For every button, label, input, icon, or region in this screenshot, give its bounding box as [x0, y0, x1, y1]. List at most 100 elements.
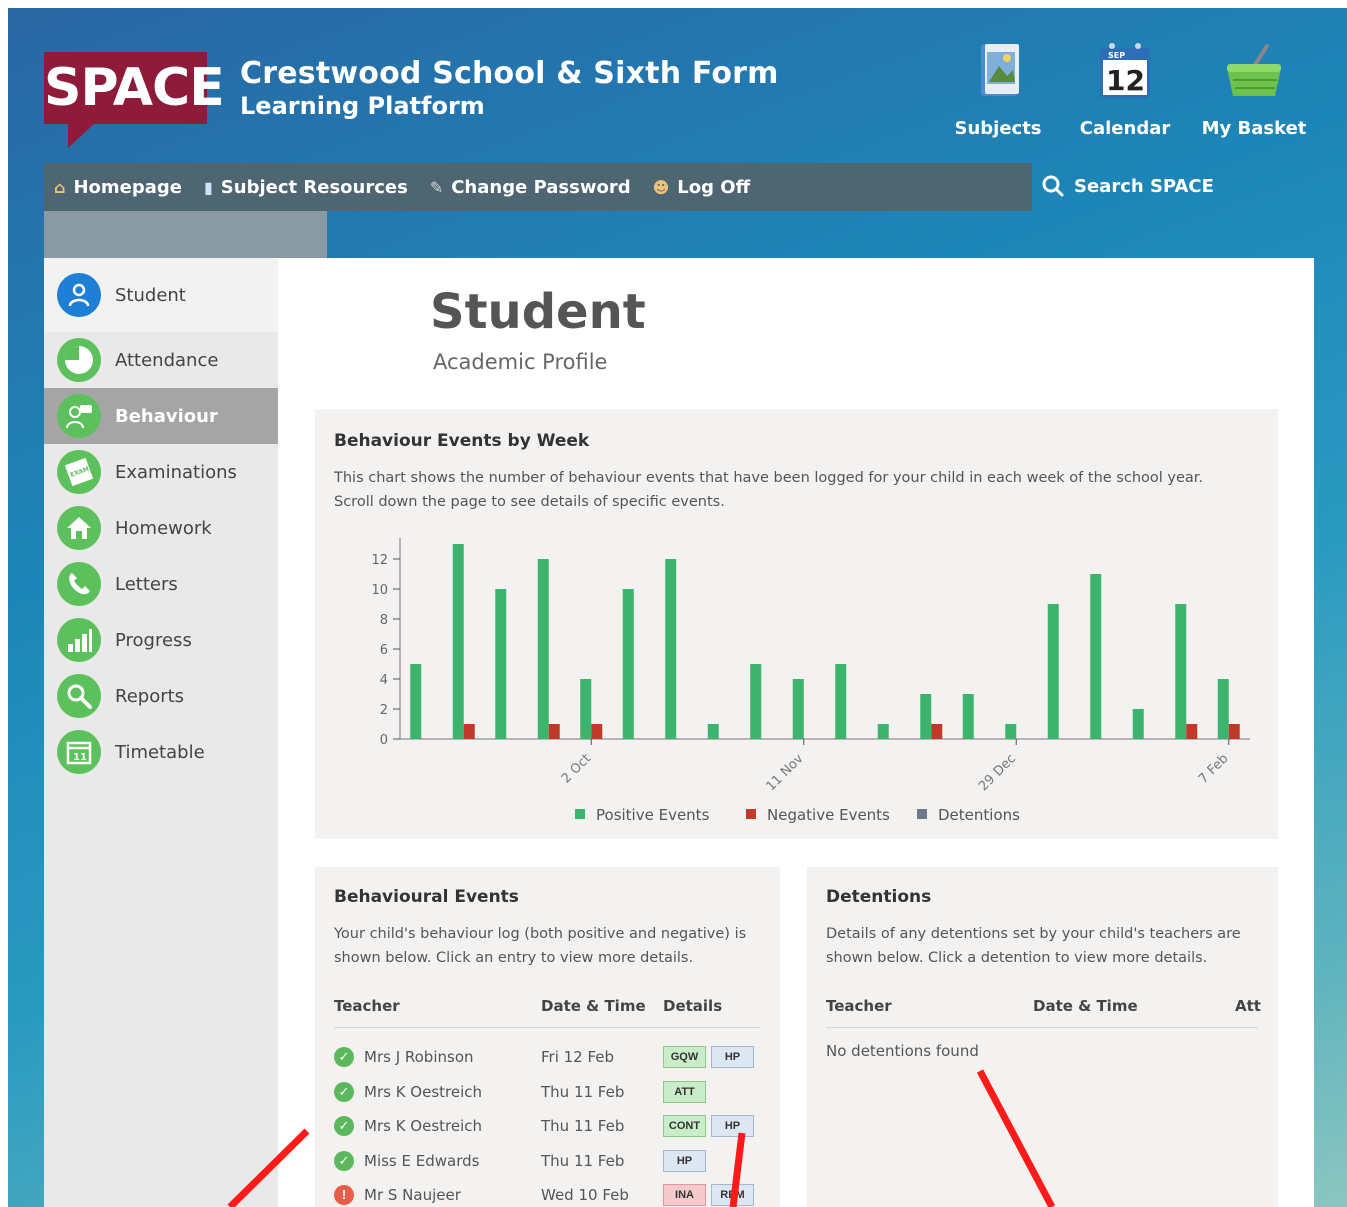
legend-label: Positive Events [596, 806, 710, 824]
check-icon: ✓ [334, 1150, 354, 1171]
check-icon: ✓ [334, 1047, 354, 1067]
row-teacher: Mr S Naujeer [364, 1186, 461, 1204]
detail-tag: REM [711, 1184, 754, 1206]
bar-negative-events [1228, 724, 1240, 739]
bar-positive-events [920, 694, 932, 739]
sidebar-item-label: Homework [115, 517, 212, 539]
home-icon [57, 506, 101, 550]
sidebar-item-label: Letters [115, 573, 178, 595]
events-col-teacher[interactable]: Teacher [334, 997, 400, 1015]
y-tick-label: 8 [380, 613, 388, 628]
sidebar-item-student[interactable]: Student [44, 258, 278, 332]
events-divider [334, 1027, 760, 1028]
detentions-description: Details of any detentions set by your ch… [826, 926, 1241, 966]
table-row[interactable]: ✓ Mrs K Oestreich Thu 11 Feb CONT HP [334, 1111, 774, 1141]
page-subtitle: Academic Profile [433, 350, 608, 374]
bar-positive-events [495, 589, 507, 739]
detentions-title: Detentions [826, 887, 932, 907]
behaviour-chart: 0 2 4 6 8 10 12 2 Oct 11 Nov 29 Dec 7 Feb Positive … [371, 538, 1250, 824]
table-row[interactable]: ! Mr S Naujeer Wed 10 Feb INA REM [334, 1180, 774, 1207]
bar-positive-events [877, 724, 889, 739]
timetable-badge: 11 [73, 752, 87, 763]
sidebar-item-label: Behaviour [115, 405, 218, 427]
bar-negative-events [463, 724, 475, 739]
legend-swatch [746, 809, 756, 819]
y-tick-label: 0 [380, 733, 388, 748]
x-tick-label: 29 Dec [976, 751, 1019, 794]
legend-label: Negative Events [767, 806, 890, 824]
check-icon: ✓ [334, 1081, 354, 1102]
search-link[interactable]: Search SPACE [1042, 175, 1214, 197]
school-name: Crestwood School & Sixth Form [240, 56, 779, 91]
sidebar-item-progress[interactable]: Progress [44, 612, 278, 668]
bar-positive-events [410, 664, 422, 739]
detentions-divider [826, 1027, 1258, 1028]
bar-positive-events [580, 679, 592, 739]
x-tick-label: 7 Feb [1196, 751, 1232, 787]
detail-tag: HP [663, 1149, 706, 1172]
row-date: Thu 11 Feb [541, 1117, 625, 1135]
legend-label: Detentions [938, 806, 1020, 824]
table-row[interactable]: ✓ Miss E Edwards Thu 11 Feb HP [334, 1146, 774, 1176]
bar-positive-events [1047, 604, 1059, 739]
detentions-col-date[interactable]: Date & Time [1033, 997, 1138, 1015]
chat-user-icon [57, 394, 101, 438]
nav-log-off-label: Log Off [677, 176, 751, 198]
nav-log-off[interactable]: ☻ Log Off [653, 177, 751, 198]
sidebar-item-behaviour[interactable]: Behaviour [44, 388, 278, 444]
subjects-link[interactable]: Subjects [943, 38, 1053, 139]
check-icon: ✓ [334, 1116, 354, 1136]
sidebar-item-examinations[interactable]: EXAM Examinations [44, 444, 278, 500]
detentions-col-teacher[interactable]: Teacher [826, 997, 892, 1015]
bar-positive-events [1175, 604, 1187, 739]
no-detentions-message: No detentions found [826, 1042, 979, 1060]
legend-swatch [575, 809, 585, 819]
detentions-col-att[interactable]: Att [1235, 997, 1261, 1015]
nav-change-password[interactable]: ✎ Change Password [430, 177, 631, 198]
events-col-date[interactable]: Date & Time [541, 997, 646, 1015]
table-row[interactable]: ✓ Mrs J Robinson Fri 12 Feb GQW HP [334, 1042, 774, 1072]
basket-link[interactable]: My Basket [1199, 38, 1309, 139]
nav-homepage[interactable]: ⌂ Homepage [54, 177, 182, 198]
legend-swatch [917, 809, 927, 819]
nav-subject-resources-label: Subject Resources [220, 176, 408, 198]
bar-positive-events [1005, 724, 1017, 739]
sidebar-item-reports[interactable]: Reports [44, 668, 278, 724]
sidebar-item-label: Progress [115, 629, 192, 651]
sidebar-item-timetable[interactable]: 11 Timetable [44, 724, 278, 780]
detail-tag: ATT [663, 1080, 706, 1103]
events-title: Behavioural Events [334, 887, 519, 907]
bar-positive-events [1090, 574, 1102, 739]
nav-subbar [44, 211, 327, 258]
calendar-icon: 11 [57, 730, 101, 774]
calendar-link[interactable]: SEP 12 Calendar [1070, 38, 1180, 139]
bar-positive-events [1217, 679, 1229, 739]
sidebar: Student Attendance Behaviour EXAM Examin… [44, 258, 278, 1207]
basket-icon [1221, 38, 1287, 104]
detail-tag: CONT [663, 1115, 706, 1137]
row-teacher: Miss E Edwards [364, 1151, 480, 1170]
bar-negative-events [1186, 724, 1198, 739]
calendar-label: Calendar [1079, 118, 1171, 139]
detail-tag: INA [663, 1184, 706, 1206]
events-description: Your child's behaviour log (both positiv… [334, 926, 747, 966]
nav-subject-resources[interactable]: ▮ Subject Resources [204, 177, 408, 198]
book-icon: ▮ [203, 177, 213, 197]
pie-icon [57, 338, 101, 382]
nav-homepage-label: Homepage [73, 176, 182, 198]
y-tick-label: 12 [371, 553, 388, 568]
events-col-details[interactable]: Details [663, 997, 722, 1015]
sidebar-item-attendance[interactable]: Attendance [44, 332, 278, 388]
sidebar-item-letters[interactable]: Letters [44, 556, 278, 612]
sidebar-item-label: Student [115, 284, 186, 306]
table-row[interactable]: ✓ Mrs K Oestreich Thu 11 Feb ATT [334, 1077, 774, 1107]
bar-positive-events [452, 544, 464, 739]
app-frame: SPACE Crestwood School & Sixth Form Lear… [8, 8, 1347, 1207]
alert-icon: ! [334, 1185, 354, 1205]
main-content: Student Academic Profile Behaviour Event… [278, 258, 1314, 1207]
detentions-card: Detentions Details of any detentions set… [807, 867, 1278, 1207]
detail-tag: HP [711, 1115, 754, 1137]
sidebar-item-homework[interactable]: Homework [44, 500, 278, 556]
space-logo[interactable]: SPACE [44, 52, 225, 124]
nav-change-password-label: Change Password [451, 176, 631, 198]
